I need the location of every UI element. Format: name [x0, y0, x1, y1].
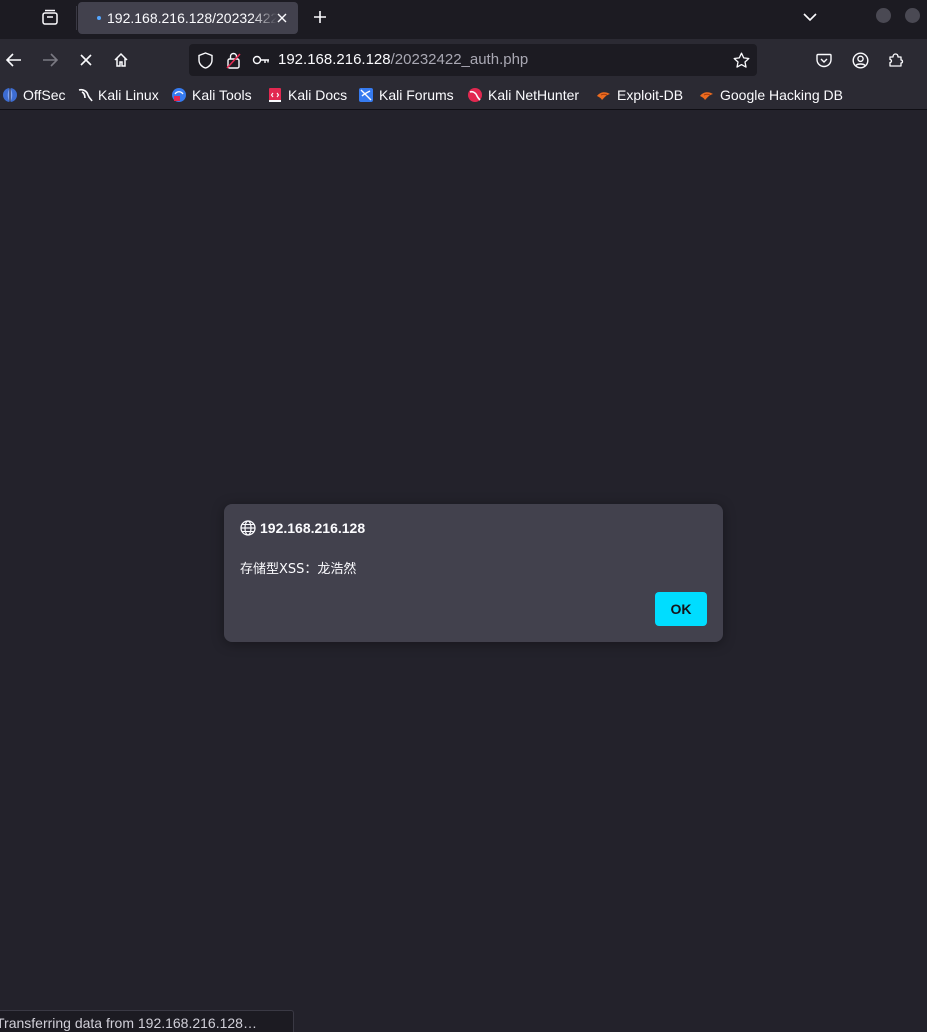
close-icon[interactable]	[274, 10, 290, 26]
kali-forums-icon	[358, 87, 374, 103]
bookmark-kali-nethunter[interactable]: Kali NetHunter	[467, 85, 579, 105]
bookmark-label: Kali Docs	[288, 87, 348, 103]
ok-button[interactable]: OK	[655, 592, 707, 626]
back-arrow-icon[interactable]	[1, 47, 27, 73]
account-icon[interactable]	[847, 47, 873, 73]
minimize-button[interactable]	[876, 8, 891, 23]
dialog-origin: 192.168.216.128	[260, 520, 366, 536]
pocket-icon[interactable]	[811, 47, 837, 73]
firefox-view-icon[interactable]	[38, 6, 62, 28]
globe-icon	[240, 520, 256, 536]
url-text[interactable]: 192.168.216.128/20232422_auth.php	[278, 51, 528, 68]
key-icon[interactable]	[252, 51, 270, 69]
maximize-button[interactable]	[905, 8, 920, 23]
bookmark-label: Exploit-DB	[617, 87, 684, 103]
bookmark-kali-tools[interactable]: Kali Tools	[171, 85, 252, 105]
bookmark-kali-linux[interactable]: Kali Linux	[77, 85, 159, 105]
insecure-lock-icon[interactable]	[224, 51, 242, 69]
dialog-header: 192.168.216.128	[240, 520, 365, 536]
exploit-db-icon	[596, 87, 612, 103]
bookmark-offsec[interactable]: OffSec	[2, 85, 66, 105]
bookmark-label: Kali Linux	[98, 87, 159, 103]
status-bar: Transferring data from 192.168.216.128…	[0, 1010, 294, 1032]
shield-icon[interactable]	[196, 51, 214, 69]
star-bookmark-icon[interactable]	[732, 51, 750, 69]
bookmark-label: Kali NetHunter	[488, 87, 580, 103]
bookmark-exploit-db[interactable]: Exploit-DB	[596, 85, 683, 105]
offsec-icon	[2, 87, 18, 103]
tab-strip: 192.168.216.128/20232422_auth.php	[0, 0, 927, 39]
active-tab[interactable]: 192.168.216.128/20232422_auth.php	[78, 2, 298, 34]
alert-dialog: 192.168.216.128 存储型XSS：龙浩然 OK	[224, 504, 723, 642]
new-tab-plus-icon[interactable]	[308, 6, 332, 28]
home-icon[interactable]	[108, 47, 134, 73]
chevron-down-icon[interactable]	[798, 6, 822, 28]
dialog-message: 存储型XSS：龙浩然	[240, 562, 357, 577]
bookmark-google-hacking-db[interactable]: Google Hacking DB	[699, 85, 843, 105]
navigation-toolbar: 192.168.216.128/20232422_auth.php	[0, 39, 927, 81]
extensions-puzzle-icon[interactable]	[883, 47, 909, 73]
bookmark-label: Kali Tools	[192, 87, 252, 103]
bookmark-label: Google Hacking DB	[720, 87, 843, 103]
url-host: 192.168.216.128	[278, 51, 391, 68]
bookmarks-toolbar: OffSec Kali Linux Kali Tools Kali Docs K…	[0, 81, 927, 110]
ghdb-icon	[699, 87, 715, 103]
bookmark-label: OffSec	[23, 87, 66, 103]
kali-docs-icon	[267, 87, 283, 103]
address-bar[interactable]: 192.168.216.128/20232422_auth.php	[189, 44, 757, 76]
kali-dragon-icon	[77, 87, 93, 103]
url-path: /20232422_auth.php	[390, 51, 529, 68]
kali-nethunter-icon	[467, 87, 483, 103]
kali-tools-icon	[171, 87, 187, 103]
bookmark-label: Kali Forums	[379, 87, 454, 103]
forward-arrow-icon[interactable]	[37, 47, 63, 73]
tab-separator	[76, 6, 77, 30]
tab-title: 192.168.216.128/20232422_auth.php	[107, 10, 277, 26]
tab-loading-indicator	[97, 16, 101, 20]
bookmark-kali-docs[interactable]: Kali Docs	[267, 85, 347, 105]
stop-loading-icon[interactable]	[73, 47, 99, 73]
bookmark-kali-forums[interactable]: Kali Forums	[358, 85, 454, 105]
